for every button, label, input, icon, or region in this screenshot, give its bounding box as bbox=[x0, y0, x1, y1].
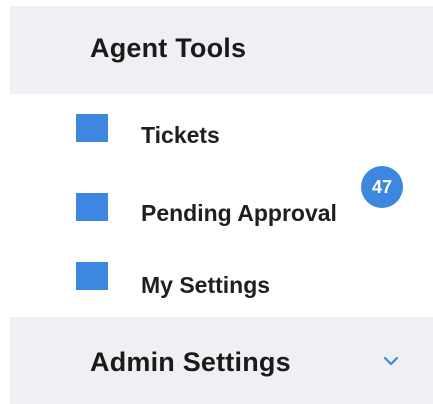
admin-settings-title: Admin Settings bbox=[90, 347, 291, 377]
tickets-icon bbox=[76, 114, 108, 142]
sidebar-item-tickets[interactable]: Tickets bbox=[10, 104, 433, 166]
agent-tools-header: Agent Tools bbox=[10, 6, 433, 94]
chevron-down-icon[interactable] bbox=[383, 355, 399, 367]
my-settings-icon bbox=[76, 262, 108, 290]
sidebar-item-my-settings[interactable]: My Settings bbox=[10, 254, 433, 316]
agent-tools-title: Agent Tools bbox=[90, 33, 247, 63]
sidebar-item-label: Pending Approval bbox=[141, 200, 337, 226]
admin-settings-header[interactable]: Admin Settings bbox=[10, 317, 433, 404]
pending-approval-icon bbox=[76, 193, 108, 221]
sidebar-item-pending-approval[interactable]: Pending Approval 47 bbox=[10, 166, 433, 242]
sidebar-item-label: My Settings bbox=[141, 272, 271, 298]
count-badge: 47 bbox=[361, 166, 403, 208]
sidebar-item-label: Tickets bbox=[141, 122, 220, 148]
sidebar: Agent Tools Tickets Pending Approval 47 … bbox=[0, 0, 433, 404]
